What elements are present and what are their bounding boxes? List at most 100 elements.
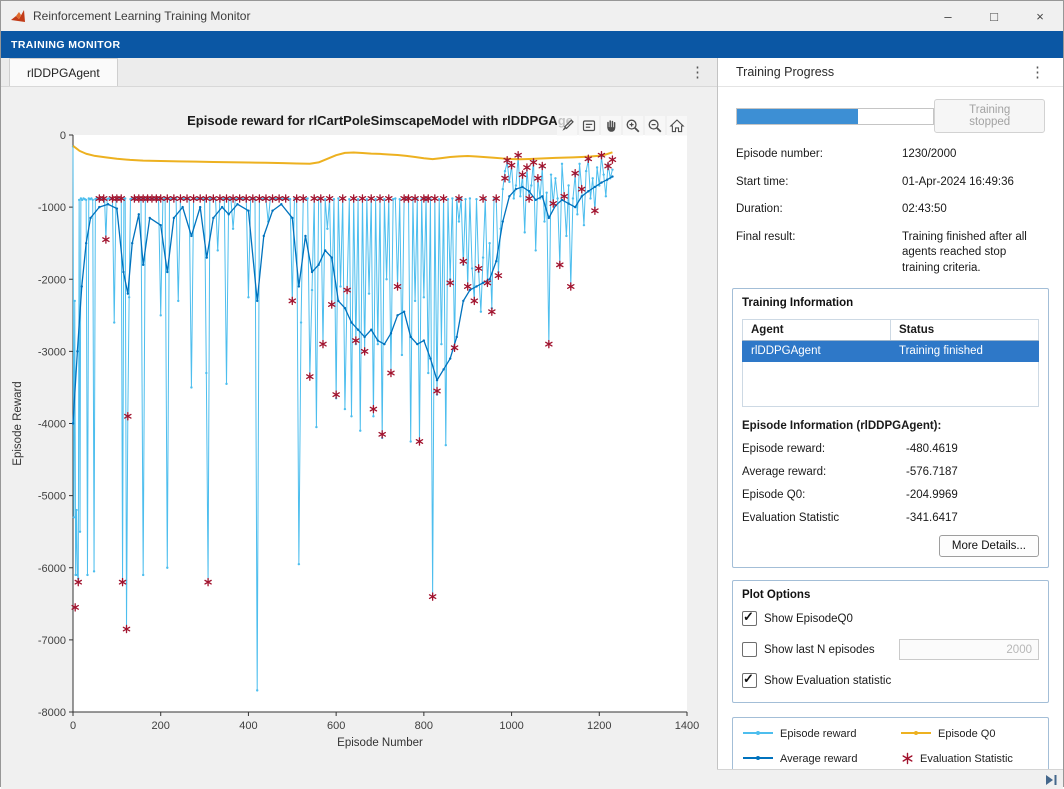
episode-q0-marker-icon	[901, 732, 931, 734]
toolstrip: TRAINING MONITOR	[1, 31, 1063, 58]
episode-information-title: Episode Information (rlDDPGAgent):	[742, 420, 1039, 432]
svg-text:1200: 1200	[587, 720, 611, 732]
evaluation-statistic-value: -341.6417	[906, 512, 958, 524]
chart-legend: Episode reward Episode Q0 Average reward	[732, 717, 1049, 769]
show-evaluation-statistic-label: Show Evaluation statistic	[764, 675, 891, 687]
plot-options-title: Plot Options	[742, 589, 1039, 601]
training-progress-header: Training Progress ⋮	[718, 58, 1063, 87]
brush-icon[interactable]	[557, 116, 577, 136]
episode-q0-value: -204.9969	[906, 489, 958, 501]
svg-text:-3000: -3000	[38, 346, 66, 358]
maximize-button[interactable]: □	[971, 1, 1017, 31]
last-n-episodes-input[interactable]	[899, 639, 1039, 660]
more-details-row: More Details...	[742, 535, 1039, 557]
main-area: rlDDPGAgent ⋮ 0-1000-2000-3000-4000-5000…	[1, 58, 1063, 769]
show-evaluation-statistic-checkbox[interactable]	[742, 673, 757, 688]
average-reward-marker-icon	[743, 757, 773, 759]
final-result-label: Final result:	[736, 230, 902, 277]
statusbar	[1, 769, 1063, 789]
svg-text:-7000: -7000	[38, 635, 66, 647]
zoom-out-icon[interactable]	[645, 116, 665, 136]
evaluation-statistic-row: Evaluation Statistic -341.6417	[742, 512, 1039, 524]
svg-text:400: 400	[239, 720, 257, 732]
plot-options-section: Plot Options Show EpisodeQ0 Show last N …	[732, 580, 1049, 703]
episode-reward-chart[interactable]: 0-1000-2000-3000-4000-5000-6000-7000-800…	[1, 87, 717, 770]
close-button[interactable]: ×	[1017, 1, 1063, 31]
training-progress-fill	[737, 109, 858, 124]
titlebar: Reinforcement Learning Training Monitor …	[1, 1, 1063, 31]
more-details-button[interactable]: More Details...	[939, 535, 1039, 557]
table-row[interactable]: rlDDPGAgent Training finished	[743, 341, 1039, 362]
episode-reward-marker-icon	[743, 732, 773, 734]
document-tabbar: rlDDPGAgent ⋮	[1, 58, 717, 87]
svg-text:600: 600	[327, 720, 345, 732]
training-information-section: Training Information Agent Status rlDDPG…	[732, 288, 1049, 568]
training-stopped-button[interactable]: Training stopped	[934, 99, 1045, 133]
toolstrip-tab-training-monitor[interactable]: TRAINING MONITOR	[1, 39, 130, 51]
app-window: Reinforcement Learning Training Monitor …	[0, 0, 1064, 787]
window-title: Reinforcement Learning Training Monitor	[33, 9, 250, 23]
tab-rlddpgagent[interactable]: rlDDPGAgent	[9, 58, 118, 86]
expand-panel-button[interactable]	[1044, 774, 1058, 786]
pan-icon[interactable]	[601, 116, 621, 136]
start-time-label: Start time:	[736, 175, 902, 191]
datatip-icon[interactable]	[579, 116, 599, 136]
show-episodeq0-checkbox[interactable]	[742, 611, 757, 626]
svg-text:Episode Number: Episode Number	[337, 737, 423, 749]
show-last-n-episodes-checkbox[interactable]	[742, 642, 757, 657]
final-result-row: Final result: Training finished after al…	[732, 230, 1049, 277]
agent-column-header: Agent	[743, 320, 891, 341]
zoom-in-icon[interactable]	[623, 116, 643, 136]
start-time-row: Start time: 01-Apr-2024 16:49:36	[732, 175, 1049, 191]
show-evaluation-statistic-option: Show Evaluation statistic	[742, 673, 1039, 688]
agent-status-table: Agent Status rlDDPGAgent Training finish…	[742, 319, 1039, 407]
svg-text:-5000: -5000	[38, 491, 66, 503]
episode-number-row: Episode number: 1230/2000	[732, 147, 1049, 163]
episode-q0-row: Episode Q0: -204.9969	[742, 489, 1039, 501]
window-controls: – □ ×	[925, 1, 1063, 31]
svg-text:Episode Reward: Episode Reward	[12, 381, 24, 465]
svg-text:0: 0	[60, 130, 66, 142]
final-result-value: Training finished after all agents reach…	[902, 230, 1045, 277]
status-cell: Training finished	[891, 341, 1039, 362]
duration-row: Duration: 02:43:50	[732, 202, 1049, 218]
svg-text:1000: 1000	[499, 720, 523, 732]
status-column-header: Status	[891, 320, 1039, 341]
svg-text:1400: 1400	[675, 720, 699, 732]
svg-text:-6000: -6000	[38, 563, 66, 575]
progress-row: Training stopped	[732, 99, 1049, 133]
episode-reward-label: Episode reward:	[742, 443, 906, 455]
chart-panel-menu-button[interactable]: ⋮	[678, 58, 717, 86]
svg-text:800: 800	[415, 720, 433, 732]
matlab-icon	[10, 8, 26, 24]
svg-text:-8000: -8000	[38, 707, 66, 719]
evaluation-statistic-label: Evaluation Statistic	[742, 512, 906, 524]
episode-reward-value: -480.4619	[906, 443, 958, 455]
episode-q0-label: Episode Q0:	[742, 489, 906, 501]
episode-reward-row: Episode reward: -480.4619	[742, 443, 1039, 455]
minimize-button[interactable]: –	[925, 1, 971, 31]
svg-text:0: 0	[70, 720, 76, 732]
legend-item-episode-q0: Episode Q0	[901, 727, 1038, 741]
episode-number-label: Episode number:	[736, 147, 902, 163]
legend-item-episode-reward: Episode reward	[743, 727, 901, 741]
chart-host: 0-1000-2000-3000-4000-5000-6000-7000-800…	[1, 87, 717, 770]
average-reward-value: -576.7187	[906, 466, 958, 478]
show-last-n-episodes-label: Show last N episodes	[764, 644, 875, 656]
svg-text:Episode reward for rlCartPoleS: Episode reward for rlCartPoleSimscapeMod…	[187, 113, 573, 128]
chart-panel: rlDDPGAgent ⋮ 0-1000-2000-3000-4000-5000…	[1, 58, 717, 769]
show-episodeq0-option: Show EpisodeQ0	[742, 611, 1039, 626]
training-progress-body: Training stopped Episode number: 1230/20…	[718, 87, 1063, 769]
svg-text:-1000: -1000	[38, 202, 66, 214]
panel-title: Training Progress	[736, 65, 834, 79]
duration-value: 02:43:50	[902, 202, 1045, 218]
svg-text:200: 200	[152, 720, 170, 732]
svg-text:-4000: -4000	[38, 419, 66, 431]
show-last-n-episodes-option: Show last N episodes	[742, 639, 1039, 660]
duration-label: Duration:	[736, 202, 902, 218]
home-icon[interactable]	[667, 116, 687, 136]
training-information-title: Training Information	[742, 297, 1039, 309]
axes-toolbar	[557, 116, 687, 136]
table-empty-area	[743, 362, 1039, 407]
training-progress-menu-button[interactable]: ⋮	[1018, 63, 1057, 81]
